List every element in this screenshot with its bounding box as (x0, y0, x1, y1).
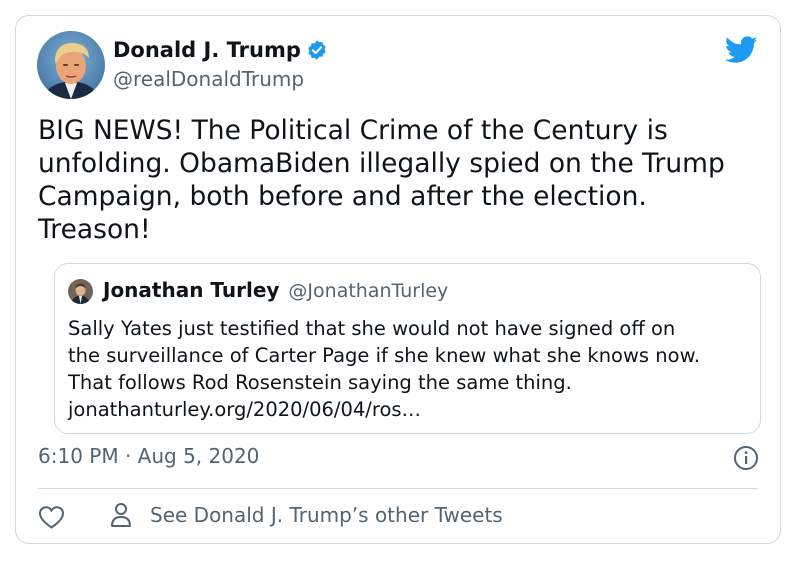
quoted-tweet-line: the surveillance of Carter Page if she k… (68, 344, 700, 367)
footer-divider (38, 488, 758, 489)
author-name-row[interactable]: Donald J. Trump (113, 38, 328, 62)
verified-badge-icon (306, 39, 328, 61)
see-other-tweets-label[interactable]: See Donald J. Trump’s other Tweets (150, 503, 503, 527)
quoted-author-avatar[interactable] (68, 279, 93, 304)
quoted-author-handle[interactable]: @JonathanTurley (288, 280, 448, 302)
quoted-tweet[interactable]: Jonathan Turley @JonathanTurley Sally Ya… (54, 263, 761, 434)
quoted-tweet-line: That follows Rod Rosenstein saying the s… (68, 371, 572, 394)
person-icon (110, 502, 132, 528)
quoted-tweet-header: Jonathan Turley @JonathanTurley (103, 278, 448, 302)
tweet-timestamp[interactable]: 6:10 PM · Aug 5, 2020 (38, 444, 259, 468)
info-icon[interactable] (733, 445, 759, 471)
quoted-tweet-link[interactable]: jonathanturley.org/2020/06/04/ros… (68, 396, 758, 423)
tweet-card: Donald J. Trump @realDonaldTrump BIG NEW… (15, 15, 781, 544)
heart-icon[interactable] (38, 505, 65, 530)
author-handle[interactable]: @realDonaldTrump (113, 67, 304, 91)
tweet-text: BIG NEWS! The Political Crime of the Cen… (38, 115, 734, 245)
quoted-author-name[interactable]: Jonathan Turley (103, 278, 279, 302)
quoted-tweet-line: Sally Yates just testified that she woul… (68, 317, 676, 340)
author-display-name[interactable]: Donald J. Trump (113, 38, 301, 62)
see-other-tweets-link[interactable]: See Donald J. Trump’s other Tweets (110, 502, 503, 528)
quoted-tweet-text: Sally Yates just testified that she woul… (68, 315, 758, 423)
author-avatar[interactable] (37, 31, 105, 99)
twitter-bird-icon[interactable] (724, 36, 758, 64)
